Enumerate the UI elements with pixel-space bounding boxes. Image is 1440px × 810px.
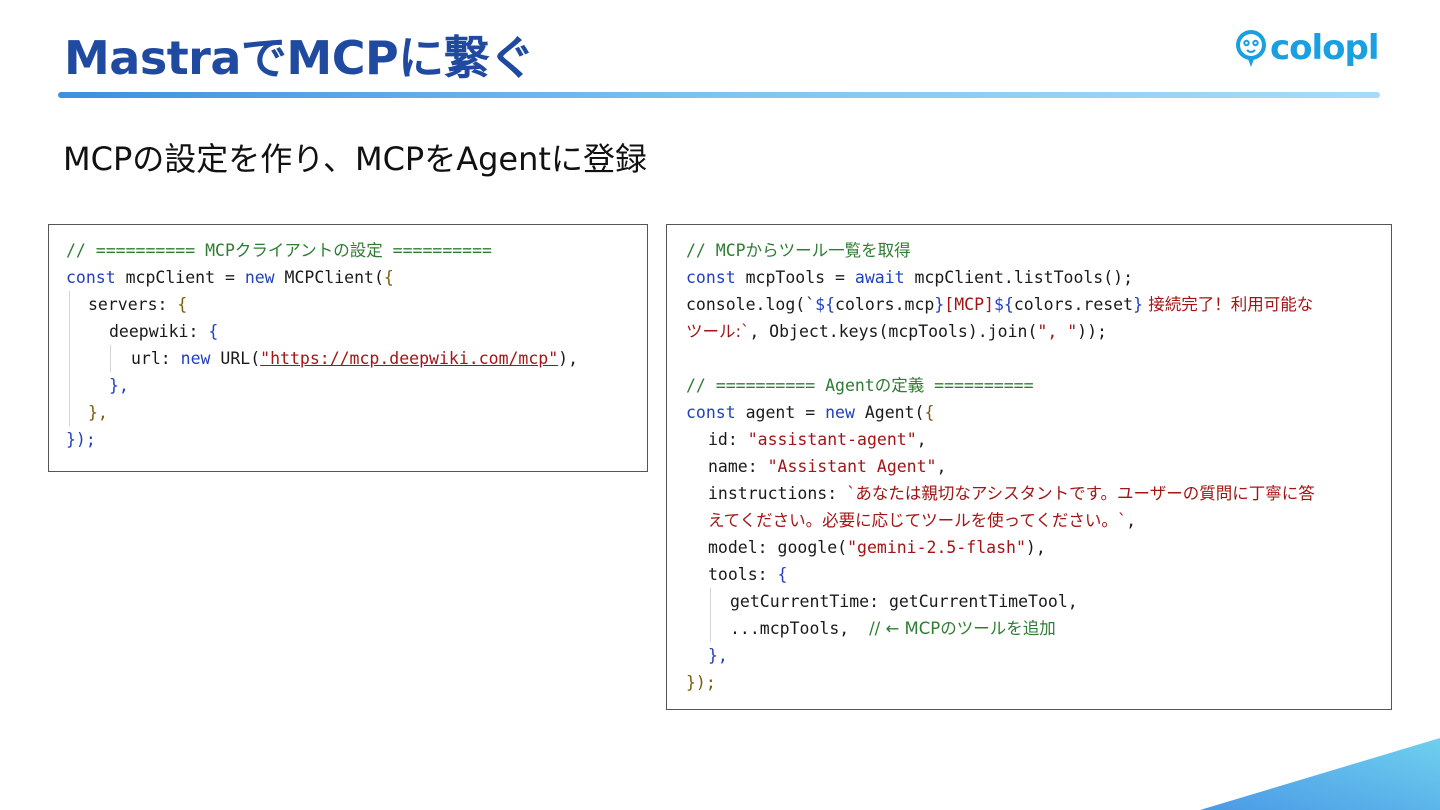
- code-string: "gemini-2.5-flash": [847, 538, 1026, 557]
- code-text: ),: [558, 349, 579, 368]
- code-brace: {: [208, 322, 219, 341]
- code-string: "assistant-agent": [747, 430, 917, 449]
- code-text: colors.mcp: [835, 295, 935, 314]
- code-text: name:: [708, 457, 768, 476]
- code-text: colors.reset: [1013, 295, 1134, 314]
- code-text: agent =: [735, 403, 826, 422]
- code-brace: },: [708, 646, 728, 665]
- logo: colopl: [1234, 26, 1380, 70]
- code-line: getCurrentTime: getCurrentTimeTool,: [710, 588, 1391, 615]
- code-text: console.log(`: [686, 295, 816, 314]
- logo-text: colopl: [1270, 28, 1380, 68]
- code-line: tools: {: [686, 561, 1391, 588]
- code-line: id: "assistant-agent",: [686, 426, 1391, 453]
- code-brace: });: [66, 430, 96, 449]
- code-string: `あなたは親切なアシスタントです。ユーザーの質問に丁寧に答: [847, 484, 1315, 503]
- code-text: ));: [1077, 322, 1107, 341]
- code-text: URL(: [210, 349, 261, 368]
- code-brace: },: [109, 376, 129, 395]
- code-line: servers: {: [69, 291, 647, 318]
- code-text: mcpClient =: [115, 268, 245, 287]
- code-block-mcp-client: // ========== MCPクライアントの設定 ========== co…: [48, 224, 648, 472]
- code-line: url: new URL("https://mcp.deepwiki.com/m…: [69, 345, 647, 372]
- code-text: servers:: [88, 295, 178, 314]
- code-line: deepwiki: {: [69, 318, 647, 345]
- code-line: ...mcpTools, // ← MCPのツールを追加: [710, 615, 1391, 642]
- code-text: ,: [1126, 511, 1137, 530]
- code-keyword: new: [825, 403, 855, 422]
- code-line: // MCPからツール一覧を取得: [686, 237, 1391, 264]
- code-text: Agent(: [854, 403, 925, 422]
- code-line: model: google("gemini-2.5-flash"),: [686, 534, 1391, 561]
- code-block-agent: // MCPからツール一覧を取得 const mcpTools = await …: [666, 224, 1392, 710]
- slide-subtitle: MCPの設定を作り、MCPをAgentに登録: [63, 140, 647, 178]
- code-keyword: const: [686, 268, 736, 287]
- code-text: , Object.keys(mcpTools).join(: [749, 322, 1038, 341]
- code-keyword: new: [180, 349, 211, 368]
- code-keyword: new: [244, 268, 275, 287]
- code-brace: {: [777, 565, 788, 584]
- code-comment: // MCPからツール一覧を取得: [686, 241, 911, 260]
- slide-title: MastraでMCPに繋ぐ: [64, 31, 535, 85]
- code-brace: });: [686, 673, 716, 692]
- code-string: 接続完了！利用可能な: [1143, 295, 1314, 314]
- code-text: getCurrentTime: getCurrentTimeTool,: [730, 592, 1078, 611]
- code-brace: {: [177, 295, 188, 314]
- code-string: "Assistant Agent": [767, 457, 937, 476]
- code-text: deepwiki:: [109, 322, 209, 341]
- code-line: const mcpTools = await mcpClient.listToo…: [686, 264, 1391, 291]
- code-brace: },: [88, 403, 108, 422]
- code-text: model: google(: [708, 538, 848, 557]
- code-keyword: await: [854, 268, 905, 287]
- code-line: ツール:`, Object.keys(mcpTools).join(", "))…: [686, 318, 1391, 345]
- code-line: name: "Assistant Agent",: [686, 453, 1391, 480]
- code-brace: {: [383, 268, 394, 287]
- code-text: instructions:: [708, 484, 848, 503]
- code-line: },: [69, 372, 647, 399]
- code-text: ),: [1025, 538, 1046, 557]
- code-line: // ========== MCPクライアントの設定 ==========: [66, 237, 647, 264]
- code-line: const mcpClient = new MCPClient({: [66, 264, 647, 291]
- code-line: });: [66, 426, 647, 453]
- code-template: }: [934, 295, 945, 314]
- code-brace: {: [924, 403, 935, 422]
- code-comment: // ========== Agentの定義 ==========: [686, 376, 1034, 395]
- code-line: えてください。必要に応じてツールを使ってください。`,: [686, 507, 1391, 534]
- code-line: },: [69, 399, 647, 426]
- code-line: const agent = new Agent({: [686, 399, 1391, 426]
- code-text: ,: [916, 430, 927, 449]
- colopl-mascot-icon: [1236, 30, 1266, 67]
- code-url-link[interactable]: "https://mcp.deepwiki.com/mcp": [260, 349, 558, 368]
- corner-decoration: [1200, 738, 1440, 810]
- code-comment: // ← MCPのツールを追加: [869, 619, 1056, 638]
- code-line: instructions: `あなたは親切なアシスタントです。ユーザーの質問に丁…: [686, 480, 1391, 507]
- code-string: えてください。必要に応じてツールを使ってください。`: [708, 511, 1127, 530]
- code-string: ", ": [1037, 322, 1078, 341]
- code-text: tools:: [708, 565, 778, 584]
- title-underline: [58, 92, 1380, 98]
- code-line: console.log(`${colors.mcp}[MCP]${colors.…: [686, 291, 1391, 318]
- code-template: ${: [815, 295, 836, 314]
- code-text: ,: [936, 457, 947, 476]
- code-template: ${: [993, 295, 1014, 314]
- code-text: id:: [708, 430, 748, 449]
- code-comment: // ========== MCPクライアントの設定 ==========: [66, 241, 492, 260]
- code-text: MCPClient(: [274, 268, 384, 287]
- code-string: [MCP]: [944, 295, 994, 314]
- code-string: ツール:`: [686, 322, 750, 341]
- code-text: ...mcpTools,: [730, 619, 870, 638]
- code-text: mcpTools =: [735, 268, 855, 287]
- code-line: },: [686, 642, 1391, 669]
- code-line: // ========== Agentの定義 ==========: [686, 372, 1391, 399]
- code-keyword: const: [66, 268, 116, 287]
- code-keyword: const: [686, 403, 736, 422]
- code-text: mcpClient.listTools();: [904, 268, 1134, 287]
- code-line: });: [686, 669, 1391, 696]
- code-template: }: [1133, 295, 1143, 314]
- code-text: url:: [131, 349, 181, 368]
